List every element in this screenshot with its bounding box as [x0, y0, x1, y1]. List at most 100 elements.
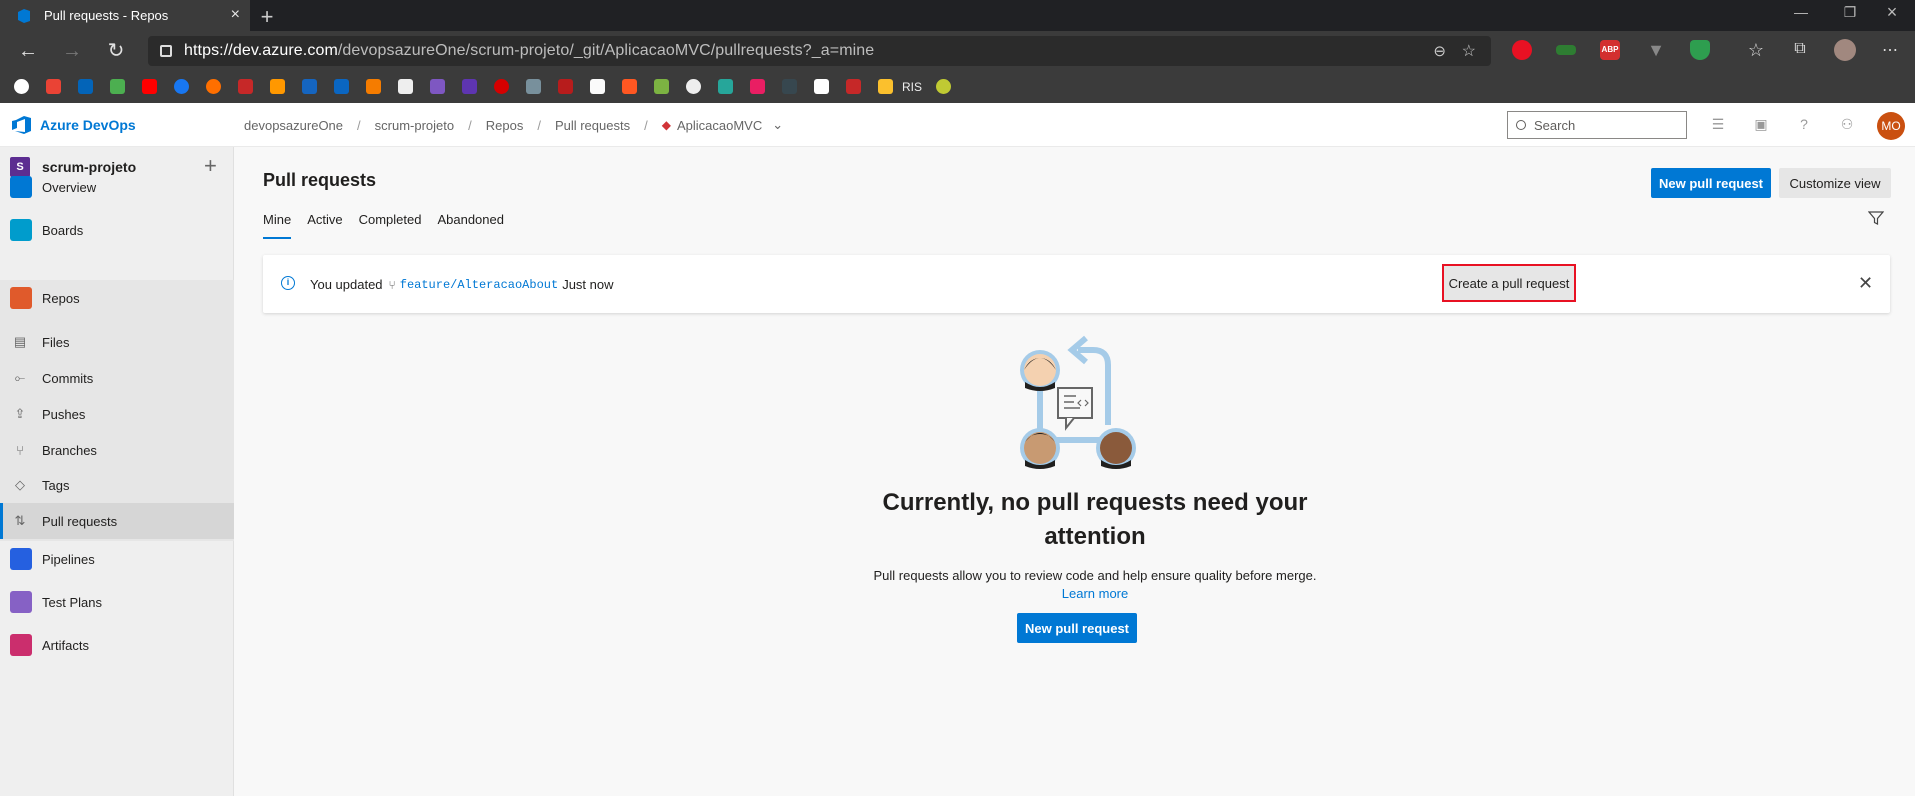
learn-more-link[interactable]: Learn more: [1062, 586, 1128, 601]
youtube-bookmark-icon[interactable]: [142, 79, 157, 94]
favorites-icon[interactable]: ☆: [1746, 40, 1766, 60]
sidebar-item-tags[interactable]: ◇ Tags: [0, 467, 234, 503]
url-field[interactable]: https://dev.azure.com/devopsazureOne/scr…: [148, 36, 1491, 66]
bookmark-icon[interactable]: [206, 79, 221, 94]
tab-abandoned[interactable]: Abandoned: [437, 212, 504, 239]
filter-icon[interactable]: [1868, 210, 1884, 226]
sidebar-item-pushes[interactable]: ⇪ Pushes: [0, 396, 234, 432]
sidebar-item-label: Commits: [42, 370, 94, 386]
bookmark-icon[interactable]: [622, 79, 637, 94]
adblock-icon[interactable]: ABP: [1600, 40, 1620, 60]
branch-link[interactable]: feature/AlteracaoAbout: [400, 278, 558, 292]
tab-close-icon[interactable]: ×: [231, 6, 240, 24]
tab-active[interactable]: Active: [307, 212, 342, 239]
create-pull-request-button[interactable]: Create a pull request: [1442, 264, 1576, 302]
branch-icon: ⑂: [16, 442, 24, 458]
profile-icon[interactable]: [1834, 39, 1856, 61]
bookmark-icon[interactable]: [558, 79, 573, 94]
new-pull-request-button[interactable]: New pull request: [1017, 613, 1137, 643]
more-icon[interactable]: ⋯: [1880, 40, 1900, 60]
breadcrumb-org[interactable]: devopsazureOne: [244, 118, 343, 133]
close-icon[interactable]: ✕: [1858, 273, 1873, 294]
marketplace-icon[interactable]: ▣: [1752, 116, 1770, 134]
bookmark-icon[interactable]: [430, 79, 445, 94]
gmail-bookmark-icon[interactable]: [46, 79, 61, 94]
extension-meter-icon[interactable]: [1556, 45, 1576, 55]
tab-completed[interactable]: Completed: [359, 212, 422, 239]
bookmark-icon[interactable]: [110, 79, 125, 94]
customize-view-button[interactable]: Customize view: [1779, 168, 1891, 198]
work-items-icon[interactable]: ☰: [1709, 116, 1727, 134]
repos-icon: [10, 287, 32, 309]
facebook-bookmark-icon[interactable]: [174, 79, 189, 94]
push-icon: ⇪: [14, 406, 26, 421]
extension-stop-icon[interactable]: [1512, 40, 1532, 60]
sidebar-item-pull-requests[interactable]: ⇅ Pull requests: [0, 503, 234, 539]
bookmark-icon[interactable]: [526, 79, 541, 94]
bookmark-icon[interactable]: [590, 79, 605, 94]
extension-filter-icon[interactable]: ▼: [1646, 40, 1666, 60]
bookmark-icon[interactable]: [238, 79, 253, 94]
sidebar-item-boards[interactable]: Boards: [0, 212, 234, 248]
bookmark-icon[interactable]: [270, 79, 285, 94]
bookmark-icon[interactable]: [686, 79, 701, 94]
bookmark-icon[interactable]: [814, 79, 829, 94]
new-pull-request-button[interactable]: New pull request: [1651, 168, 1771, 198]
breadcrumb-separator: /: [357, 117, 361, 133]
bookmark-icon[interactable]: [654, 79, 669, 94]
artifacts-icon: [10, 634, 32, 656]
folder-icon[interactable]: [878, 79, 893, 94]
sidebar-item-test-plans[interactable]: Test Plans: [0, 584, 234, 620]
bookmark-icon[interactable]: [750, 79, 765, 94]
user-settings-icon[interactable]: ⚇: [1838, 116, 1856, 134]
bookmark-icon[interactable]: [494, 79, 509, 94]
breadcrumb-repos[interactable]: Repos: [486, 118, 524, 133]
add-favorite-icon[interactable]: ☆: [1462, 41, 1476, 61]
bookmark-icon[interactable]: [398, 79, 413, 94]
bookmark-folder-ris[interactable]: RIS: [902, 80, 922, 94]
refresh-icon[interactable]: ↻: [104, 39, 128, 63]
outlook-bookmark-icon[interactable]: [78, 79, 93, 94]
back-icon[interactable]: ←: [16, 39, 40, 63]
sidebar-item-pipelines[interactable]: Pipelines: [0, 541, 234, 577]
sidebar-item-label: Boards: [42, 222, 84, 238]
bookmark-icon[interactable]: [302, 79, 317, 94]
breadcrumb-project[interactable]: scrum-projeto: [375, 118, 454, 133]
search-input[interactable]: Search: [1507, 111, 1687, 139]
avatar[interactable]: MO: [1877, 112, 1905, 140]
tab-mine[interactable]: Mine: [263, 212, 292, 239]
restore-icon[interactable]: ❐: [1830, 4, 1870, 21]
help-icon[interactable]: ?: [1795, 116, 1813, 134]
sidebar-item-artifacts[interactable]: Artifacts: [0, 627, 234, 663]
bookmark-icon[interactable]: [846, 79, 861, 94]
google-bookmark-icon[interactable]: [14, 79, 29, 94]
minimize-icon[interactable]: —: [1781, 4, 1821, 20]
window-close-icon[interactable]: ×: [1872, 2, 1912, 23]
sidebar-item-branches[interactable]: ⑂ Branches: [0, 432, 234, 468]
chevron-down-icon[interactable]: ⌄: [772, 117, 783, 133]
test-plans-icon: [10, 591, 32, 613]
zoom-icon[interactable]: ⊖: [1433, 42, 1446, 60]
bookmark-icon[interactable]: [936, 79, 951, 94]
sidebar-item-label: Repos: [42, 290, 80, 306]
forward-icon[interactable]: →: [60, 39, 84, 63]
new-tab-button[interactable]: +: [255, 4, 279, 30]
sidebar-item-overview[interactable]: Overview: [0, 169, 234, 205]
sidebar-item-files[interactable]: ▤ Files: [0, 324, 234, 360]
sidebar-item-repos[interactable]: Repos: [0, 280, 234, 316]
bookmark-icon[interactable]: [462, 79, 477, 94]
breadcrumb-pull-requests[interactable]: Pull requests: [555, 118, 630, 133]
repo-selector[interactable]: AplicacaoMVC: [677, 118, 762, 133]
azure-devops-logo[interactable]: Azure DevOps: [12, 116, 136, 134]
sidebar-item-commits[interactable]: ⟜ Commits: [0, 360, 234, 396]
linkedin-bookmark-icon[interactable]: [334, 79, 349, 94]
tag-icon: ◇: [15, 477, 25, 492]
banner-prefix: You updated: [310, 277, 383, 292]
browser-tab[interactable]: Pull requests - Repos ×: [0, 0, 250, 31]
collections-icon[interactable]: ⧉: [1790, 40, 1810, 60]
extension-shield-icon[interactable]: [1690, 40, 1710, 60]
bookmark-icon[interactable]: [366, 79, 381, 94]
bookmark-icon[interactable]: [782, 79, 797, 94]
bookmark-icon[interactable]: [718, 79, 733, 94]
breadcrumb-separator: /: [468, 117, 472, 133]
